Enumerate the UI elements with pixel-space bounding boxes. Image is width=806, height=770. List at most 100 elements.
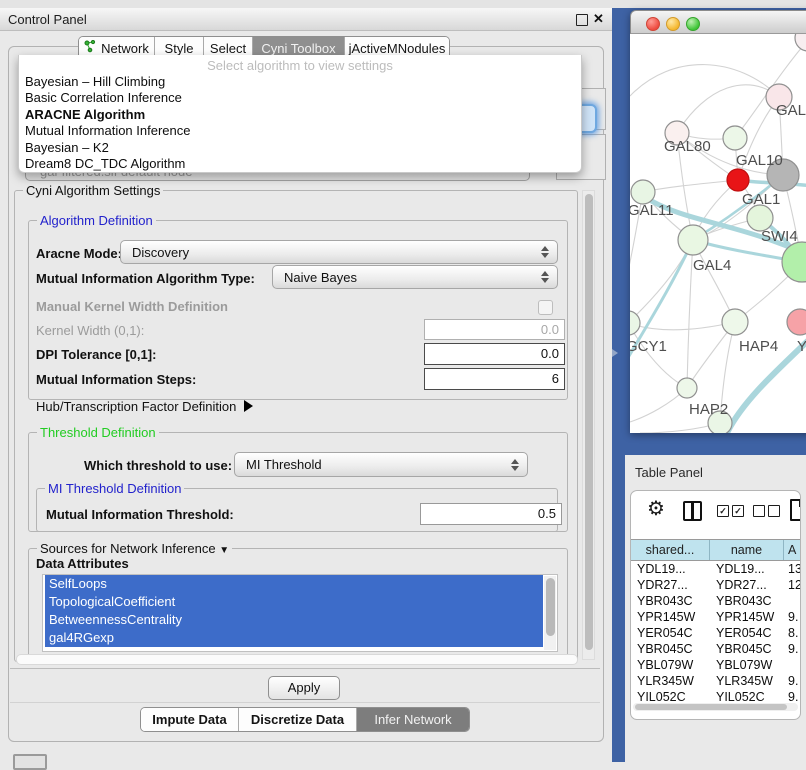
columns-icon[interactable]	[683, 501, 702, 521]
combo-arrows-icon	[540, 246, 549, 258]
control-panel: Control Panel ✕ Network Style	[0, 8, 613, 745]
table-cell: 9.	[784, 641, 801, 657]
table-cell: YBR043C	[631, 593, 710, 609]
tab-infer-network[interactable]: Infer Network	[357, 708, 469, 731]
tab-discretize-data[interactable]: Discretize Data	[239, 708, 357, 731]
corner-button[interactable]	[13, 754, 47, 770]
algorithm-option[interactable]: Bayesian – Hill Climbing	[19, 74, 581, 90]
apply-button[interactable]: Apply	[268, 676, 340, 700]
table-cell: 9.	[784, 673, 801, 689]
kernel-width-label: Kernel Width (0,1):	[36, 323, 144, 338]
select-all-checkbox-icon[interactable]: ✓	[717, 505, 729, 517]
list-scrollbar[interactable]	[544, 576, 556, 650]
which-threshold-combobox[interactable]: MI Threshold	[234, 452, 528, 477]
network-icon	[84, 40, 96, 56]
tab-label: Cyni Toolbox	[261, 41, 335, 56]
table-cell: YIL052C	[631, 689, 710, 703]
algorithm-option[interactable]: Bayesian – K2	[19, 140, 581, 156]
which-threshold-value: MI Threshold	[235, 457, 510, 472]
table-cell: 12	[784, 577, 801, 593]
data-attributes-list[interactable]: SelfLoopsTopologicalCoefficientBetweenne…	[42, 574, 558, 652]
table-panel-title: Table Panel	[635, 465, 703, 480]
combo-arrows-icon	[540, 271, 549, 283]
data-attributes-label: Data Attributes	[36, 556, 129, 571]
attribute-list-item[interactable]: gal4RGexp	[45, 629, 543, 647]
algorithm-option[interactable]: Basic Correlation Inference	[19, 90, 581, 106]
group-title: Threshold Definition	[37, 425, 159, 440]
attribute-list-item[interactable]: TopologicalCoefficient	[45, 593, 543, 611]
tab-label: Style	[165, 41, 194, 56]
table-cell: YDR27...	[710, 577, 784, 593]
table-cell: YBL079W	[631, 657, 710, 673]
group-title: Sources for Network Inference ▼	[37, 541, 232, 556]
table-row[interactable]: YDL19...YDL19...13	[631, 561, 801, 577]
divider	[10, 702, 600, 703]
deselect-all-checkbox-icon[interactable]	[768, 505, 780, 517]
combo-arrows-icon	[510, 459, 519, 471]
table-row[interactable]: YDR27...YDR27...12	[631, 577, 801, 593]
tab-label: Network	[101, 41, 149, 56]
dpi-tolerance-input[interactable]: 0.0	[424, 343, 565, 365]
function-builder-icon[interactable]	[790, 499, 801, 521]
node-label: HAP4	[739, 338, 778, 355]
minimize-traffic-light[interactable]	[666, 17, 680, 31]
column-header[interactable]: A	[784, 540, 801, 560]
column-header[interactable]: shared...	[631, 540, 710, 560]
table-hscrollbar[interactable]	[633, 703, 798, 711]
table-cell: YDR27...	[631, 577, 710, 593]
tab-impute-data[interactable]: Impute Data	[141, 708, 239, 731]
select-all-checkbox-icon[interactable]: ✓	[732, 505, 744, 517]
network-canvas[interactable]: GAL GAL80 GAL10 GAL1 GAL11 SWI4 GAL4 GCY…	[630, 34, 806, 433]
node-label: GAL10	[736, 152, 783, 169]
tab-label: Impute Data	[152, 712, 226, 727]
table-row[interactable]: YLR345WYLR345W9.	[631, 673, 801, 689]
table-row[interactable]: YBR043CYBR043C	[631, 593, 801, 609]
manual-kernel-checkbox[interactable]	[538, 300, 553, 315]
collapse-arrow-icon: ▼	[219, 545, 229, 556]
network-window-titlebar[interactable]	[630, 10, 806, 34]
deselect-all-checkbox-icon[interactable]	[753, 505, 765, 517]
aracne-mode-value: Discovery	[121, 245, 540, 260]
attribute-list-item[interactable]: BetweennessCentrality	[45, 611, 543, 629]
node-label: GAL4	[693, 257, 731, 274]
mi-type-combobox[interactable]: Naive Bayes	[272, 265, 558, 289]
table-row[interactable]: YBR045CYBR045C9.	[631, 641, 801, 657]
algorithm-option[interactable]: ARACNE Algorithm	[19, 107, 581, 123]
gear-icon[interactable]: ⚙	[647, 499, 665, 519]
float-window-icon[interactable]	[576, 14, 588, 26]
table-row[interactable]: YBL079WYBL079W	[631, 657, 801, 673]
algorithm-dropdown-list: Bayesian – Hill ClimbingBasic Correlatio…	[19, 74, 581, 172]
table-row[interactable]: YPR145WYPR145W9.	[631, 609, 801, 625]
zoom-traffic-light[interactable]	[686, 17, 700, 31]
table-cell: YDL19...	[710, 561, 784, 577]
column-header[interactable]: name	[710, 540, 784, 560]
divider	[10, 668, 600, 669]
settings-vscrollbar[interactable]	[582, 190, 595, 660]
mi-threshold-input[interactable]: 0.5	[420, 503, 562, 525]
algorithm-dropdown: Select algorithm to view settings Bayesi…	[18, 55, 582, 173]
screen: Control Panel ✕ Network Style	[0, 0, 806, 762]
mi-type-value: Naive Bayes	[273, 270, 540, 285]
table-cell: YDL19...	[631, 561, 710, 577]
attribute-list-item[interactable]: SelfLoops	[45, 575, 543, 593]
algorithm-option[interactable]: Mutual Information Inference	[19, 123, 581, 139]
settings-hscrollbar[interactable]	[16, 654, 578, 665]
algorithm-option[interactable]: Dream8 DC_TDC Algorithm	[19, 156, 581, 172]
mi-steps-input[interactable]: 6	[424, 368, 565, 390]
table-row[interactable]: YER054CYER054C8.	[631, 625, 801, 641]
node-label: GAL1	[742, 191, 780, 208]
aracne-mode-combobox[interactable]: Discovery	[120, 240, 558, 264]
table-row[interactable]: YIL052CYIL052C9.	[631, 689, 801, 703]
hub-expander[interactable]: Hub/Transcription Factor Definition	[36, 399, 253, 414]
algorithm-dropdown-placeholder: Select algorithm to view settings	[19, 57, 581, 74]
close-icon[interactable]: ✕	[593, 11, 604, 27]
table-cell	[784, 593, 801, 609]
group-title: Cyni Algorithm Settings	[23, 183, 163, 198]
panel-collapse-arrow-icon[interactable]	[612, 349, 618, 357]
tab-label: Discretize Data	[251, 712, 344, 727]
table-cell: 13	[784, 561, 801, 577]
manual-kernel-label: Manual Kernel Width Definition	[36, 299, 228, 314]
close-traffic-light[interactable]	[646, 17, 660, 31]
mi-type-label: Mutual Information Algorithm Type:	[36, 271, 255, 286]
group-title: MI Threshold Definition	[45, 481, 184, 496]
